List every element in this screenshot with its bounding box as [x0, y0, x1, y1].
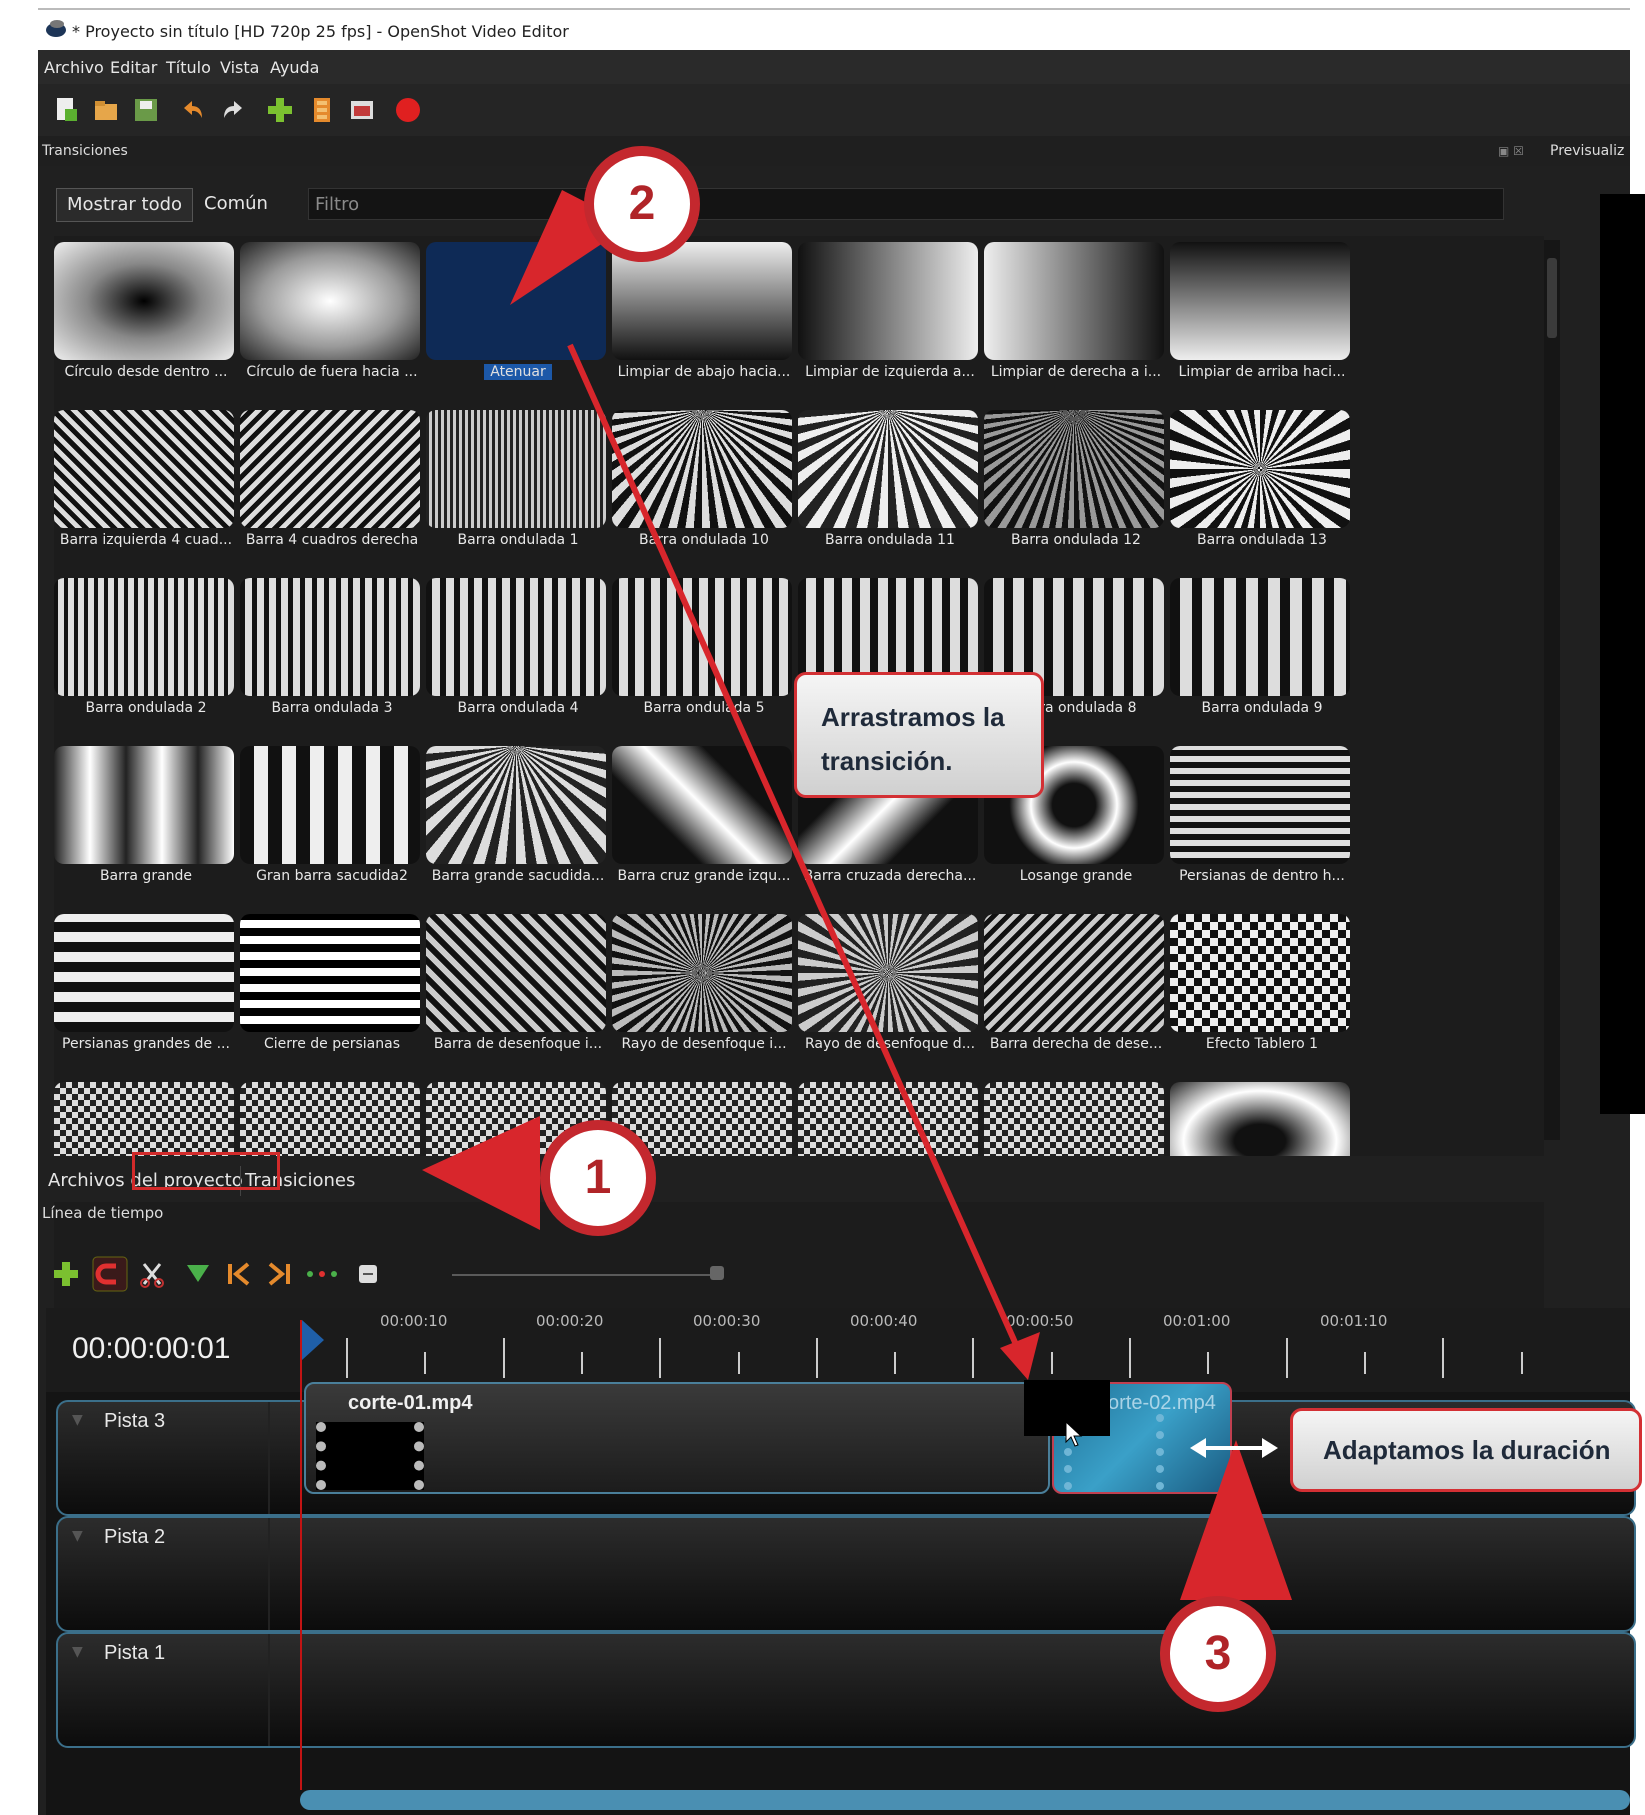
double-arrow-right-icon	[1262, 1438, 1278, 1458]
callout-adjust-duration: Adaptamos la duración	[1290, 1408, 1642, 1492]
annotation-arrows	[422, 190, 1292, 1600]
callout-line-2: transición.	[821, 746, 953, 776]
arrow-head-drag-icon	[1000, 1332, 1040, 1380]
callout-drag-transition: Arrastramos la transición.	[794, 672, 1044, 798]
step-3-marker: 3	[1160, 1596, 1276, 1712]
callout-line-1: Arrastramos la	[821, 702, 1005, 732]
arrow-3-icon	[1180, 1440, 1292, 1600]
step-1-marker: 1	[540, 1120, 656, 1236]
arrow-1-icon	[422, 1116, 540, 1230]
double-arrow-left-icon	[1190, 1438, 1206, 1458]
step-2-marker: 2	[584, 146, 700, 262]
